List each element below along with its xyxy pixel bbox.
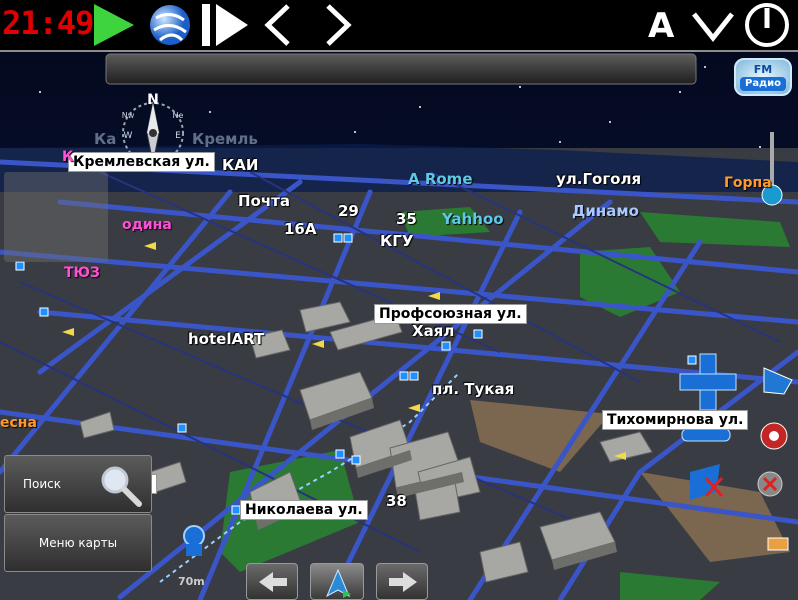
- compass-nw: Nw: [122, 111, 135, 120]
- street-label-tikhomirnova: Тихомирнова ул.: [602, 410, 749, 430]
- play-icon[interactable]: [90, 0, 138, 50]
- street-label-profsoyuznaya: Профсоюзная ул.: [374, 304, 527, 324]
- poi-hotelart-label: hotelART: [188, 330, 265, 348]
- poi-kai-label: КАИ: [222, 156, 259, 174]
- map-menu-label: Меню карты: [38, 536, 118, 550]
- chevron-down-icon[interactable]: [690, 0, 736, 50]
- poi-arome-label: A Rome: [408, 170, 473, 188]
- power-icon[interactable]: [742, 0, 792, 50]
- poi-rodina-label: одина: [122, 217, 172, 233]
- info-overlay-panel: [4, 172, 108, 262]
- house-number: 38: [386, 492, 407, 510]
- compass-n: N: [147, 92, 159, 108]
- street-label-nikolaeva: Николаева ул.: [240, 500, 368, 520]
- poi-kazan-label: Ка: [94, 130, 117, 148]
- street-label-tukaya: пл. Тукая: [432, 380, 515, 398]
- close-red-icon[interactable]: [760, 422, 788, 450]
- info-bar: [105, 53, 697, 85]
- pan-right-button[interactable]: [376, 563, 428, 600]
- fm-label: FM: [753, 63, 773, 76]
- arrow-right-icon: [389, 572, 417, 592]
- compass-w: W: [124, 131, 133, 141]
- search-button[interactable]: Поиск: [4, 455, 152, 513]
- chevron-right-icon[interactable]: [318, 0, 358, 50]
- magnifier-icon: [101, 466, 142, 507]
- chevron-left-icon[interactable]: [258, 0, 298, 50]
- poi-dinamo-label: Динамо: [572, 202, 639, 220]
- north-up-button[interactable]: [310, 563, 364, 600]
- status-bar: 21:49 A: [0, 0, 798, 50]
- poi-yahhoo-label: Yahhoo: [442, 210, 504, 228]
- fm-radio-button[interactable]: FM Радио: [734, 58, 792, 96]
- house-number: 35: [396, 210, 417, 228]
- zoom-out-icon[interactable]: [681, 428, 731, 442]
- arrow-left-icon: [259, 572, 287, 592]
- skip-next-icon[interactable]: [198, 0, 252, 50]
- auto-mode-label[interactable]: A: [648, 6, 674, 46]
- poi-tyuz-label: ТЮЗ: [64, 265, 100, 281]
- globe-icon[interactable]: [146, 0, 194, 50]
- street-label-gogolya: ул.Гоголя: [556, 170, 642, 188]
- poi-vesna-label: есна: [0, 415, 37, 431]
- layers-icon[interactable]: [767, 537, 789, 551]
- vehicle-position-icon: [183, 525, 205, 556]
- pan-left-button[interactable]: [246, 563, 298, 600]
- poi-pochta-label: Почта: [238, 192, 290, 210]
- poi-gorpark-label: Горпа: [724, 175, 772, 191]
- compass-ne: Ne: [173, 111, 184, 120]
- map-scale: 70m: [178, 575, 205, 588]
- house-number: 29: [338, 202, 359, 220]
- radio-label: Радио: [740, 77, 786, 91]
- street-label-kremlevskaya: Кремлевская ул.: [68, 152, 215, 172]
- clock: 21:49: [2, 4, 94, 42]
- poi-k-label: К: [62, 149, 74, 165]
- cancel-route-icon[interactable]: [757, 471, 783, 497]
- poi-kremlin-label: Кремль: [192, 130, 258, 148]
- compass-e: E: [175, 131, 181, 141]
- poi-hayal-label: Хаял: [412, 322, 455, 340]
- house-number: 16А: [284, 220, 317, 238]
- direction-arrow-icon: [325, 568, 351, 598]
- poi-kgu-label: КГУ: [380, 232, 414, 250]
- map-menu-button[interactable]: Меню карты: [4, 514, 152, 572]
